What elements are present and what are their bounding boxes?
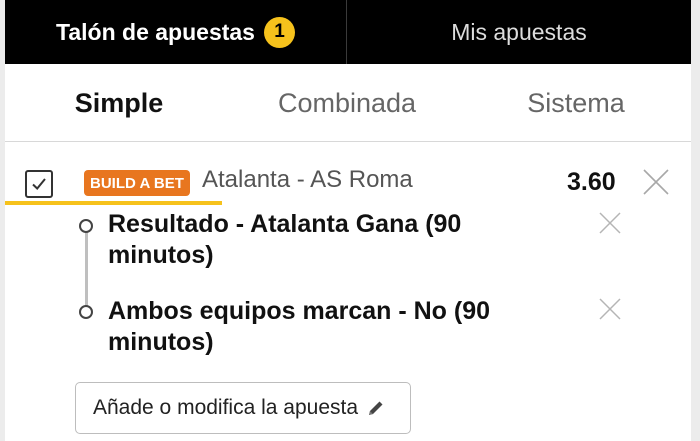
bet-select-checkbox[interactable] <box>25 170 53 198</box>
tab-simple[interactable]: Simple <box>5 64 233 142</box>
match-name: Atalanta - AS Roma <box>202 166 413 193</box>
pencil-icon <box>369 401 383 415</box>
selection-bullet <box>79 219 93 233</box>
remove-selection-button[interactable] <box>598 297 622 321</box>
close-icon <box>599 212 621 234</box>
tab-sistema[interactable]: Sistema <box>461 64 691 142</box>
tab-my-bets-label: Mis apuestas <box>451 18 587 45</box>
selection-text-line1: Resultado - Atalanta Gana (90 <box>108 210 462 238</box>
close-icon <box>643 169 669 195</box>
tab-my-bets[interactable]: Mis apuestas <box>347 0 691 64</box>
close-icon <box>599 298 621 320</box>
build-a-bet-badge: BUILD A BET <box>84 170 190 196</box>
remove-selection-button[interactable] <box>598 211 622 235</box>
edit-bet-button-label: Añade o modifica la apuesta <box>93 396 359 419</box>
selection-bullet <box>79 305 93 319</box>
bet-odds: 3.60 <box>567 168 616 196</box>
betslip-panel: Talón de apuestas 1 Mis apuestas Simple … <box>5 0 691 441</box>
bet-type-tabs: Simple Combinada Sistema <box>5 64 691 205</box>
tab-betslip-label: Talón de apuestas <box>56 18 255 45</box>
remove-bet-button[interactable] <box>642 168 670 196</box>
selection-text-line1: Ambos equipos marcan - No (90 <box>108 297 491 325</box>
betslip-count-badge: 1 <box>263 16 295 48</box>
edit-bet-button[interactable]: Añade o modifica la apuesta <box>75 382 411 434</box>
checkmark-icon <box>32 178 46 190</box>
tab-betslip[interactable]: Talón de apuestas 1 <box>5 0 347 64</box>
selection-text-line2: minutos) <box>108 241 214 269</box>
selection-connector-line <box>85 230 88 310</box>
selection-item: Ambos equipos marcan - No (90 minutos) <box>108 296 508 358</box>
selection-item: Resultado - Atalanta Gana (90 minutos) <box>108 209 508 271</box>
tab-combinada[interactable]: Combinada <box>233 64 461 142</box>
selection-text-line2: minutos) <box>108 328 214 356</box>
betslip-header: Talón de apuestas 1 Mis apuestas <box>5 0 691 64</box>
active-tab-indicator <box>5 201 222 205</box>
